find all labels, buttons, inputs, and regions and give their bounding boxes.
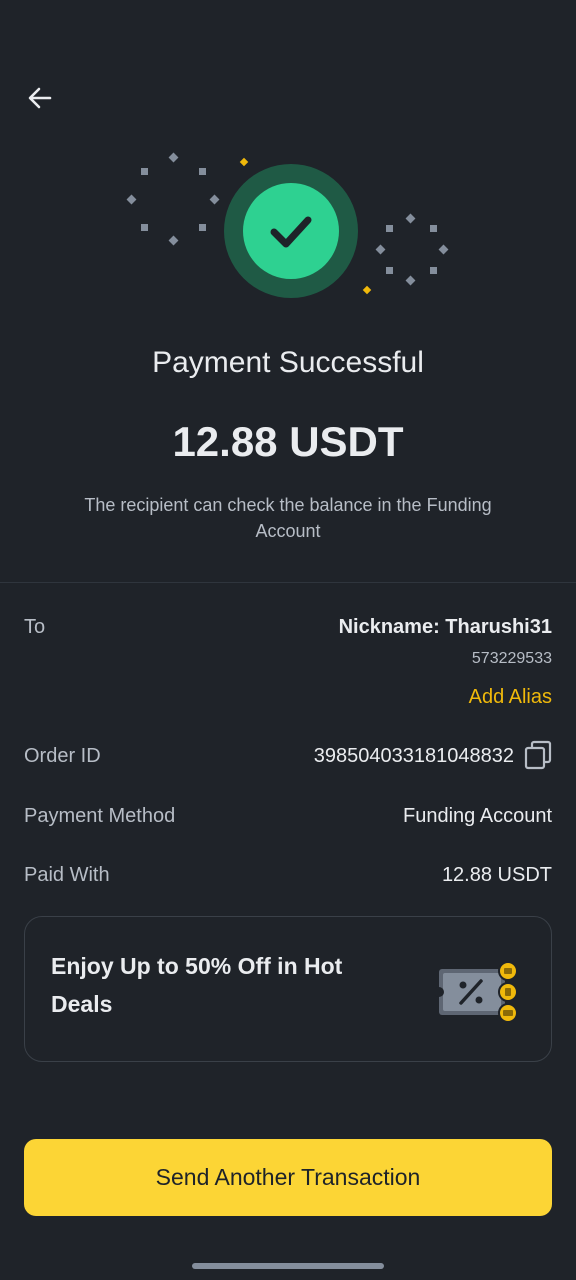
confetti-dot <box>126 194 137 205</box>
status-title: Payment Successful <box>152 346 424 379</box>
copy-icon[interactable] <box>524 740 552 770</box>
send-another-transaction-button[interactable]: Send Another Transaction <box>24 1139 552 1216</box>
confetti-dot <box>386 225 393 232</box>
add-alias-link[interactable]: Add Alias <box>469 686 552 709</box>
success-illustration <box>0 140 576 310</box>
payment-success-screen: Payment Successful 12.88 USDT The recipi… <box>0 0 576 1280</box>
payment-method-value: Funding Account <box>403 805 552 827</box>
success-badge <box>224 164 358 298</box>
hot-deals-promo-card[interactable]: Enjoy Up to 50% Off in Hot Deals <box>24 916 552 1062</box>
discount-ticket-icon <box>435 961 518 1023</box>
confetti-dot <box>405 275 416 286</box>
back-button[interactable] <box>20 78 60 118</box>
status-subtitle: The recipient can check the balance in t… <box>84 495 492 541</box>
confetti-dot <box>168 152 179 163</box>
confetti-dot <box>239 157 249 167</box>
confetti-dot <box>199 168 206 175</box>
success-check-icon <box>270 216 312 248</box>
recipient-uid: 573229533 <box>471 650 552 667</box>
confetti-dot <box>430 267 437 274</box>
confetti-dot <box>168 235 179 246</box>
promo-text: Enjoy Up to 50% Off in Hot Deals <box>51 953 343 1017</box>
order-id-value: 398504033181048832 <box>313 745 514 767</box>
arrow-left-icon <box>28 87 52 109</box>
paid-with-value: 12.88 USDT <box>441 864 552 886</box>
confetti-dot <box>209 194 220 205</box>
confetti-dot <box>430 225 437 232</box>
payment-amount: 12.88 USDT <box>172 418 404 465</box>
paid-with-label: Paid With <box>24 864 110 886</box>
confetti-dot <box>362 285 372 295</box>
confetti-dot <box>199 224 206 231</box>
recipient-nickname: Nickname: Tharushi31 <box>338 616 552 638</box>
confetti-dot <box>141 224 148 231</box>
confetti-dot <box>438 244 449 255</box>
confetti-dot <box>141 168 148 175</box>
divider <box>0 582 576 583</box>
order-id-label: Order ID <box>24 745 101 767</box>
to-label: To <box>24 616 46 638</box>
home-indicator[interactable] <box>192 1263 384 1269</box>
confetti-dot <box>375 244 386 255</box>
confetti-dot <box>386 267 393 274</box>
confetti-dot <box>405 213 416 224</box>
payment-method-label: Payment Method <box>24 805 176 827</box>
